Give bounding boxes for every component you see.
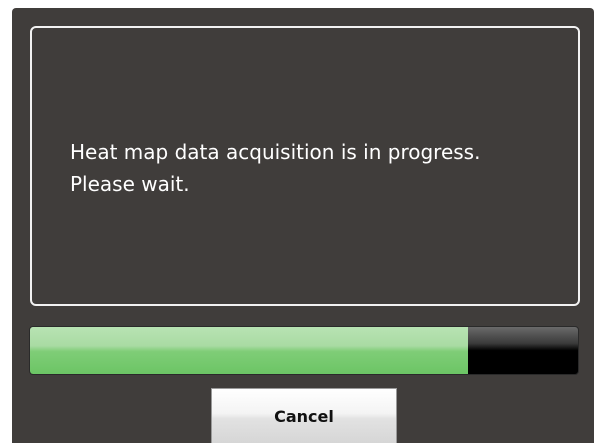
cancel-button[interactable]: Cancel [211,388,397,443]
progress-bar [29,326,579,375]
progress-message: Heat map data acquisition is in progress… [70,140,481,196]
progress-dialog: Heat map data acquisition is in progress… [12,8,594,443]
progress-bar-fill [30,327,469,374]
message-panel: Heat map data acquisition is in progress… [30,26,580,306]
